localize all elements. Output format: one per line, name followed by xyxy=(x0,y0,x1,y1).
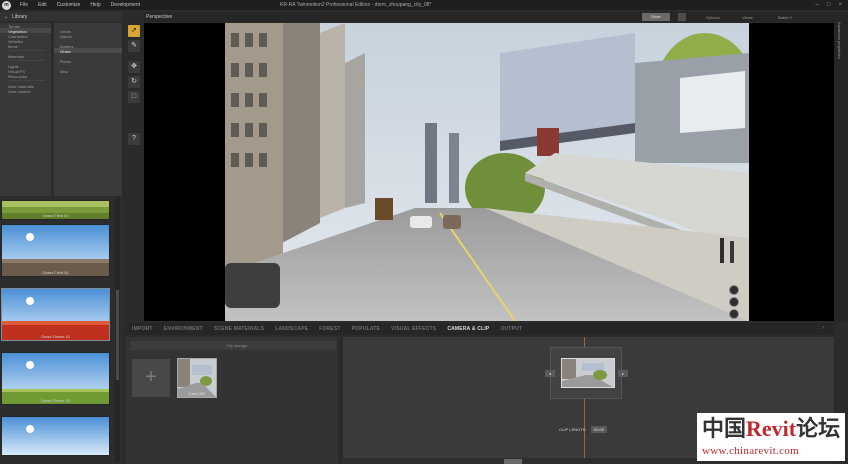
library-categories: Terrain Vegetation Characters Vehicles I… xyxy=(0,23,52,196)
tab-landscape[interactable]: LANDSCAPE xyxy=(275,326,308,332)
properties-strip[interactable]: Advanced properties xyxy=(834,12,848,322)
scale-icon[interactable]: □ xyxy=(128,91,140,103)
menu-bar: File Edit Customize Help Development xyxy=(20,2,140,8)
select-cursor-icon[interactable]: ➚ xyxy=(128,25,140,37)
menu-development[interactable]: Development xyxy=(111,2,140,8)
clip-card[interactable]: Cam 001 xyxy=(177,358,217,398)
keyframe[interactable] xyxy=(550,347,622,399)
tab-forest[interactable]: FOREST xyxy=(319,326,340,332)
library-header[interactable]: ⌄ Library xyxy=(0,12,122,21)
library-item-label: Grass Field 04 xyxy=(42,270,69,275)
viewport-toggle[interactable] xyxy=(678,13,686,21)
library-item-label: Grass Field 03 xyxy=(42,213,69,218)
library-thumbnails: Grass Field 03 Grass Field 04 Grass Flow… xyxy=(0,197,122,464)
tool-strip: ➚ ✎ ✥ ↻ □ ? xyxy=(126,22,142,322)
title-bar: m File Edit Customize Help Development K… xyxy=(0,0,848,10)
navigation-widget[interactable] xyxy=(727,285,741,319)
close-icon[interactable]: × xyxy=(838,2,842,8)
clip-storage-panel: Clip storage + Cam 001 xyxy=(126,337,338,464)
library-scrollbar-thumb[interactable] xyxy=(116,290,119,380)
library-item[interactable]: Grass Flower 02 xyxy=(1,352,110,405)
tab-populate[interactable]: POPULATE xyxy=(352,326,380,332)
clip-length-input[interactable]: 00:00 xyxy=(591,426,608,433)
clip-storage-header: Clip storage xyxy=(130,341,336,350)
keyframe-thumbnail xyxy=(561,358,615,388)
library-item[interactable]: Grass Field 04 xyxy=(1,224,110,277)
menu-edit[interactable]: Edit xyxy=(38,2,47,8)
library-subcategories: Urban Nature Bushes Grass Rocks Misc xyxy=(54,23,122,196)
tab-import[interactable]: IMPORT xyxy=(132,326,153,332)
brush-icon[interactable]: ✎ xyxy=(128,40,140,52)
drive-button[interactable]: Drive xyxy=(642,13,670,21)
library-item-label: Grass Flower 02 xyxy=(40,398,71,403)
rotate-icon[interactable]: ↻ xyxy=(128,76,140,88)
library-title: Library xyxy=(12,14,28,20)
tab-scene-materials[interactable]: SCENE MATERIALS xyxy=(214,326,264,332)
subcategory-misc[interactable]: Misc xyxy=(54,68,122,74)
chevron-right-icon[interactable]: › xyxy=(822,325,824,331)
app-logo[interactable]: m xyxy=(2,1,11,10)
move-icon[interactable]: ✥ xyxy=(128,61,140,73)
3d-viewport[interactable] xyxy=(144,23,834,321)
category-user-models[interactable]: User models xyxy=(0,88,51,94)
tab-environment[interactable]: ENVIRONMENT xyxy=(164,326,203,332)
library-item[interactable]: Grass Field 03 xyxy=(1,200,110,220)
viewport-toolbar: Perspective Drive Options Views Batch 0 xyxy=(144,12,834,22)
watermark-url: www.chinarevit.com xyxy=(702,445,799,457)
previous-keyframe-icon[interactable]: ◂ xyxy=(545,370,555,377)
minimize-icon[interactable]: – xyxy=(816,2,819,8)
options-dropdown[interactable]: Options xyxy=(706,15,720,20)
maximize-icon[interactable]: □ xyxy=(827,2,831,8)
clip-card-label: Cam 001 xyxy=(188,391,206,396)
batch-dropdown[interactable]: Batch 0 xyxy=(778,15,792,20)
clip-length-label: CLIP LENGTH xyxy=(559,427,586,432)
clip-storage-title: Clip storage xyxy=(226,343,248,348)
site-watermark: 中国Revit论坛 www.chinarevit.com xyxy=(697,413,845,461)
advanced-properties-label: Advanced properties xyxy=(837,22,842,59)
menu-file[interactable]: File xyxy=(20,2,28,8)
help-icon[interactable]: ? xyxy=(128,133,140,145)
tab-camera-clip[interactable]: CAMERA & CLIP xyxy=(447,326,489,332)
timeline-scroll-thumb[interactable] xyxy=(504,459,522,464)
window-controls: – □ × xyxy=(816,2,842,8)
views-dropdown[interactable]: Views xyxy=(742,15,753,20)
watermark-title: 中国Revit论坛 xyxy=(702,416,841,442)
main-tabs: IMPORT ENVIRONMENT SCENE MATERIALS LANDS… xyxy=(126,323,834,335)
menu-help[interactable]: Help xyxy=(90,2,100,8)
zoom-icon[interactable] xyxy=(729,309,739,319)
perspective-dropdown[interactable]: Perspective xyxy=(146,14,172,20)
orbit-icon[interactable] xyxy=(729,285,739,295)
menu-customize[interactable]: Customize xyxy=(57,2,81,8)
window-title: KR-RA Twinmotion2 Professional Edition -… xyxy=(280,2,432,8)
tab-output[interactable]: OUTPUT xyxy=(500,326,522,332)
library-item[interactable] xyxy=(1,416,110,456)
next-keyframe-icon[interactable]: ▸ xyxy=(618,370,628,377)
panel-splitter[interactable] xyxy=(339,337,342,464)
scene-render xyxy=(225,23,749,321)
add-clip-button[interactable]: + xyxy=(132,359,170,397)
library-item[interactable]: Grass Flower 01 xyxy=(1,288,110,341)
tab-visual-effects[interactable]: VISUAL EFFECTS xyxy=(391,326,436,332)
library-item-label: Grass Flower 01 xyxy=(40,334,71,339)
pan-icon[interactable] xyxy=(729,297,739,307)
chevron-down-icon[interactable]: ⌄ xyxy=(4,14,8,20)
